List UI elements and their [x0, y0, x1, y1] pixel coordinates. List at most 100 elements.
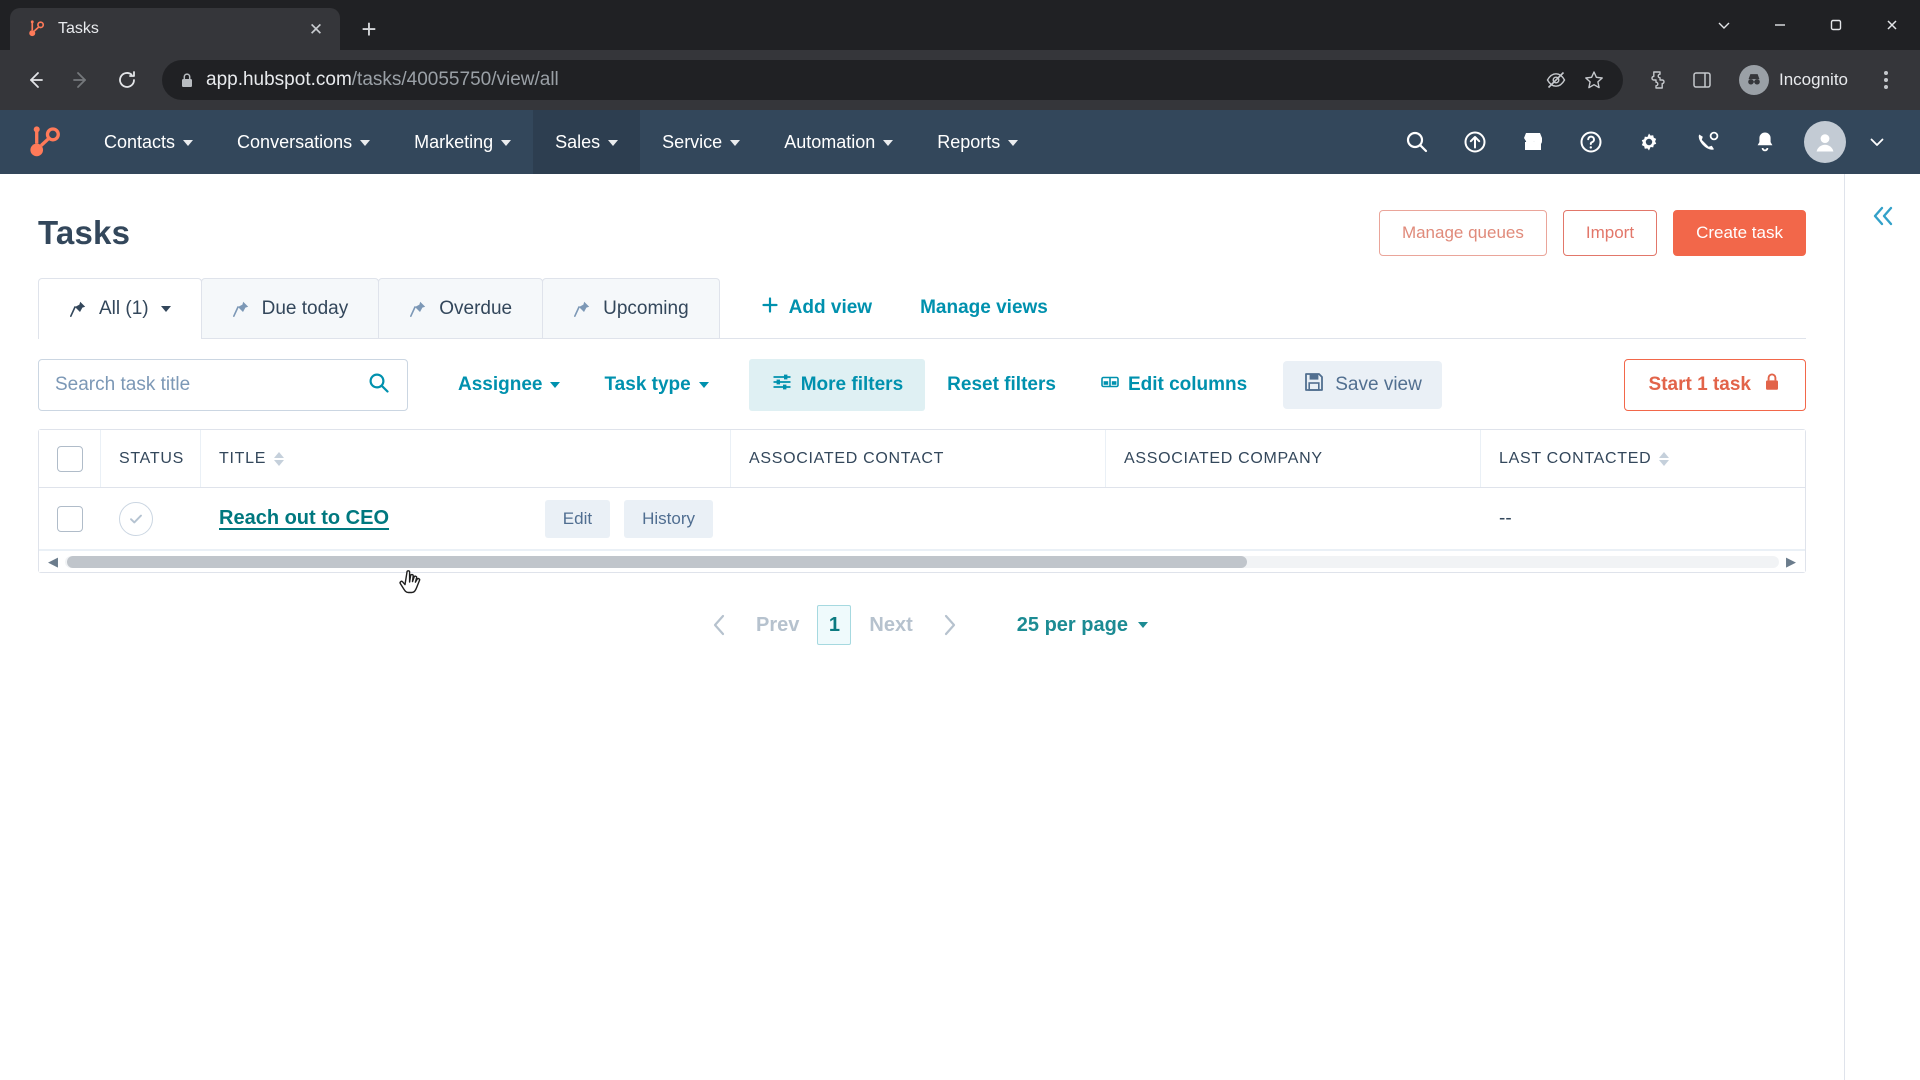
search-task-title-box[interactable] [38, 359, 408, 411]
chevron-down-icon [501, 140, 512, 146]
chevron-down-icon [1137, 622, 1148, 628]
window-close-icon[interactable] [1864, 3, 1920, 47]
minimize-icon[interactable] [1752, 3, 1808, 47]
browser-tab[interactable]: Tasks ✕ [10, 8, 340, 50]
nav-item-marketing[interactable]: Marketing [392, 110, 533, 174]
avatar[interactable] [1804, 121, 1846, 163]
tab-due-today[interactable]: Due today [200, 278, 380, 338]
reset-filters-label: Reset filters [947, 374, 1056, 395]
column-header-last-contacted[interactable]: LAST CONTACTED [1481, 430, 1805, 487]
lock-icon [1763, 372, 1781, 398]
tab-overdue[interactable]: Overdue [378, 278, 544, 338]
manage-queues-button[interactable]: Manage queues [1378, 210, 1547, 256]
nav-item-conversations[interactable]: Conversations [215, 110, 392, 174]
start-task-button[interactable]: Start 1 task [1623, 359, 1806, 411]
history-button[interactable]: History [624, 499, 713, 538]
create-task-button[interactable]: Create task [1673, 210, 1806, 256]
forward-icon[interactable] [60, 59, 102, 101]
table-horizontal-scrollbar[interactable]: ◀ ▶ [39, 550, 1805, 572]
column-label: TITLE [219, 449, 267, 467]
help-icon[interactable] [1564, 115, 1618, 169]
prev-page-button[interactable]: Prev [744, 614, 811, 637]
scrollbar-thumb[interactable] [67, 555, 1247, 568]
save-disk-icon [1303, 371, 1325, 399]
page-number-1[interactable]: 1 [817, 605, 852, 645]
settings-gear-icon[interactable] [1622, 115, 1676, 169]
pin-icon [409, 300, 427, 318]
maximize-icon[interactable] [1808, 3, 1864, 47]
import-button[interactable]: Import [1562, 210, 1658, 256]
assignee-dropdown[interactable]: Assignee [436, 363, 582, 407]
prev-arrow-icon[interactable] [696, 601, 744, 649]
select-all-checkbox[interactable] [56, 445, 83, 472]
search-icon[interactable] [367, 371, 391, 400]
calling-icon[interactable] [1680, 115, 1734, 169]
save-view-button[interactable]: Save view [1283, 361, 1442, 409]
scrollbar-track[interactable] [65, 555, 1779, 568]
address-bar[interactable]: app.hubspot.com/tasks/40055750/view/all [162, 60, 1623, 100]
search-icon[interactable] [1390, 115, 1444, 169]
bookmark-star-icon[interactable] [1579, 65, 1609, 95]
column-header-title[interactable]: TITLE [201, 430, 731, 487]
extensions-puzzle-icon[interactable] [1637, 59, 1679, 101]
hubspot-nav-items: Contacts Conversations Marketing Sales S… [82, 110, 1040, 174]
more-filters-button[interactable]: More filters [748, 359, 926, 411]
tab-all[interactable]: All (1) [38, 278, 202, 339]
incognito-profile-button[interactable]: Incognito [1733, 61, 1862, 99]
next-arrow-icon[interactable] [925, 601, 973, 649]
browser-toolbar: app.hubspot.com/tasks/40055750/view/all [0, 50, 1920, 110]
manage-views-button[interactable]: Manage views [896, 278, 1072, 338]
nav-item-reports[interactable]: Reports [915, 110, 1040, 174]
url-domain: app.hubspot.com [206, 69, 352, 90]
sort-icon[interactable] [1659, 451, 1670, 466]
avatar-chevron-down-icon[interactable] [1850, 115, 1904, 169]
task-type-label: Task type [604, 374, 691, 395]
check-circle-icon[interactable] [119, 501, 153, 536]
notifications-bell-icon[interactable] [1738, 115, 1792, 169]
sliders-icon [771, 371, 793, 399]
right-rail [1844, 174, 1920, 1080]
per-page-dropdown[interactable]: 25 per page [1017, 614, 1148, 637]
upgrade-arrow-icon[interactable] [1448, 115, 1502, 169]
table-row[interactable]: Reach out to CEO Edit History -- [39, 488, 1805, 550]
back-icon[interactable] [14, 59, 56, 101]
chevron-down-icon [360, 140, 371, 146]
task-title-link[interactable]: Reach out to CEO [219, 507, 389, 530]
marketplace-icon[interactable] [1506, 115, 1560, 169]
column-label: STATUS [119, 449, 184, 467]
reset-filters-button[interactable]: Reset filters [925, 363, 1078, 407]
nav-item-label: Marketing [414, 131, 494, 152]
chevron-down-icon[interactable] [1696, 3, 1752, 47]
row-checkbox[interactable] [57, 505, 83, 532]
new-tab-button[interactable]: + [350, 10, 388, 48]
chevron-down-icon [883, 140, 894, 146]
eye-off-icon[interactable] [1541, 65, 1571, 95]
chevron-down-icon [1008, 140, 1019, 146]
browser-menu-icon[interactable] [1866, 60, 1906, 100]
page-header: Tasks Manage queues Import Create task [38, 174, 1806, 278]
sort-icon[interactable] [274, 451, 285, 466]
scroll-left-icon[interactable]: ◀ [47, 555, 59, 568]
nav-item-automation[interactable]: Automation [762, 110, 915, 174]
nav-item-sales[interactable]: Sales [533, 110, 641, 174]
side-panel-icon[interactable] [1681, 59, 1723, 101]
tab-label: Overdue [439, 297, 513, 319]
next-page-button[interactable]: Next [857, 614, 924, 637]
chevron-down-icon [183, 140, 194, 146]
edit-button[interactable]: Edit [544, 499, 611, 538]
column-label: ASSOCIATED COMPANY [1124, 449, 1323, 467]
nav-item-contacts[interactable]: Contacts [82, 110, 215, 174]
tab-upcoming[interactable]: Upcoming [542, 278, 720, 338]
nav-item-service[interactable]: Service [640, 110, 762, 174]
edit-columns-button[interactable]: Edit columns [1078, 363, 1269, 407]
close-icon[interactable]: ✕ [304, 17, 328, 41]
search-input[interactable] [55, 374, 367, 396]
pin-icon [69, 300, 87, 318]
incognito-avatar-icon [1739, 65, 1769, 95]
add-view-button[interactable]: Add view [737, 278, 896, 338]
double-chevron-left-icon[interactable] [1863, 196, 1903, 236]
task-type-dropdown[interactable]: Task type [582, 363, 730, 407]
hubspot-logo-icon[interactable] [22, 120, 66, 164]
scroll-right-icon[interactable]: ▶ [1785, 555, 1797, 568]
reload-icon[interactable] [106, 59, 148, 101]
